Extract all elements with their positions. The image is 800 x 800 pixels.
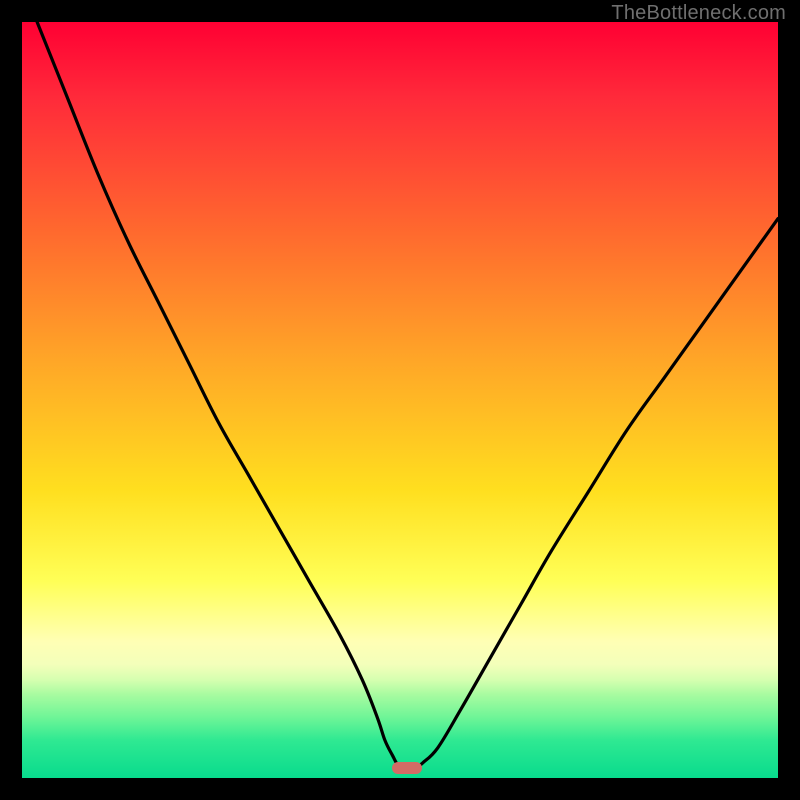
chart-frame: TheBottleneck.com (0, 0, 800, 800)
plot-area (22, 22, 778, 778)
optimal-point-marker (392, 762, 422, 774)
watermark-text: TheBottleneck.com (611, 2, 786, 25)
bottleneck-curve (22, 22, 778, 778)
